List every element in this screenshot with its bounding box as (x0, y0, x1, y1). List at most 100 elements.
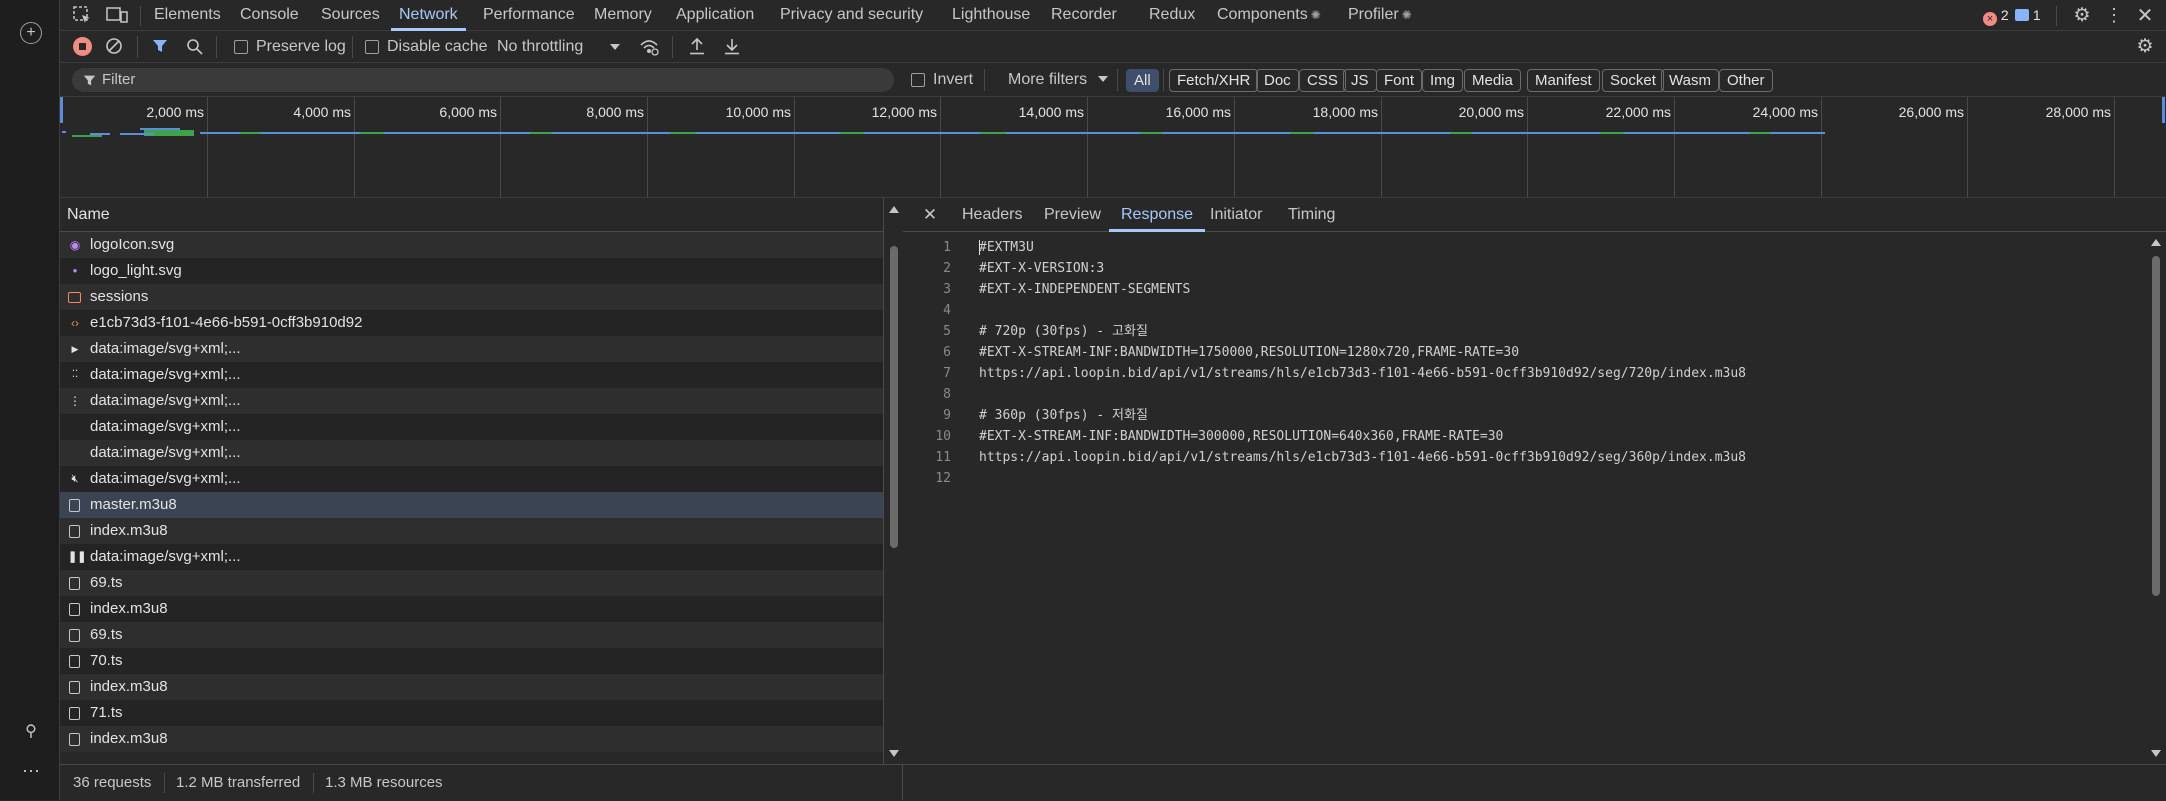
filter-type-font[interactable]: Font (1376, 69, 1423, 92)
tab-application[interactable]: Application (676, 0, 754, 31)
detail-status-bar (903, 764, 2166, 800)
play-icon: ▶ (71, 344, 79, 354)
tab-response[interactable]: Response (1108, 198, 1206, 232)
record-stop-button[interactable] (73, 37, 92, 56)
filter-type-fetch-xhr[interactable]: Fetch/XHR (1169, 69, 1259, 92)
tab-timing[interactable]: Timing (1288, 198, 1335, 232)
message-badge[interactable]: 1 (2015, 4, 2041, 26)
table-row[interactable]: master.m3u8 (60, 492, 883, 518)
search-icon[interactable] (184, 36, 204, 56)
tab-recorder[interactable]: Recorder (1051, 0, 1117, 31)
scroll-up-arrow-icon[interactable] (889, 206, 899, 213)
filter-type-socket[interactable]: Socket (1602, 69, 1664, 92)
add-icon[interactable]: + (20, 22, 42, 44)
request-list-scrollbar[interactable] (886, 198, 902, 764)
invert-label: Invert (933, 71, 974, 88)
response-scrollbar[interactable] (2148, 232, 2164, 764)
filter-type-css[interactable]: CSS (1299, 69, 1346, 92)
tab-elements[interactable]: Elements (154, 0, 221, 31)
filter-type-other[interactable]: Other (1719, 69, 1773, 92)
table-row[interactable]: ◉ logoIcon.svg (60, 232, 883, 258)
grid-line (940, 97, 941, 197)
table-row[interactable]: ▶ data:image/svg+xml;... (60, 336, 883, 362)
filter-icon (82, 73, 96, 87)
tab-performance[interactable]: Performance (483, 0, 575, 31)
error-badge[interactable]: × 2 (1983, 4, 2009, 26)
inspect-element-icon[interactable] (72, 5, 92, 25)
tab-sources[interactable]: Sources (321, 0, 380, 31)
tab-profiler[interactable]: Profiler ✺ (1348, 0, 1412, 31)
scrollbar-thumb[interactable] (890, 246, 898, 548)
preserve-log-checkbox[interactable] (234, 40, 248, 54)
filter-type-img[interactable]: Img (1422, 69, 1464, 92)
import-har-icon[interactable] (687, 36, 707, 56)
table-row[interactable]: index.m3u8 (60, 518, 883, 544)
document-icon (69, 733, 80, 746)
table-row[interactable]: data:image/svg+xml;... (60, 440, 883, 466)
clear-icon[interactable] (104, 36, 124, 56)
network-settings-icon[interactable]: ⚙ (2134, 35, 2156, 57)
pin-icon[interactable]: ⚲ (20, 720, 42, 742)
table-row[interactable]: ❚❚ data:image/svg+xml;... (60, 544, 883, 570)
invert-checkbox[interactable] (911, 73, 925, 87)
table-row[interactable]: ⁚⁚ data:image/svg+xml;... (60, 362, 883, 388)
scroll-up-arrow-icon[interactable] (2151, 239, 2161, 246)
scroll-down-arrow-icon[interactable] (2151, 750, 2161, 757)
table-row[interactable]: 69.ts (60, 622, 883, 648)
filter-icon[interactable] (150, 36, 170, 56)
table-row[interactable]: ● logo_light.svg (60, 258, 883, 284)
response-viewer[interactable]: 1 #EXTM3U 2 #EXT-X-VERSION:3 3 #EXT-X-INDEP… (903, 232, 2145, 764)
filter-type-doc[interactable]: Doc (1256, 69, 1299, 92)
table-row[interactable]: sessions (60, 284, 883, 310)
table-row[interactable]: 🔇︎ data:image/svg+xml;... (60, 466, 883, 492)
more-filters-button[interactable]: More filters (1008, 64, 1108, 96)
close-devtools-icon[interactable]: ✕ (2134, 4, 2156, 27)
filter-input[interactable]: Filter (72, 68, 894, 92)
tab-network[interactable]: Network (391, 0, 466, 31)
tab-initiator[interactable]: Initiator (1210, 198, 1262, 232)
table-row[interactable]: ⋮ data:image/svg+xml;... (60, 388, 883, 414)
table-row[interactable]: 71.ts (60, 700, 883, 726)
tab-headers[interactable]: Headers (962, 198, 1022, 232)
more-icon[interactable]: ⋯ (20, 760, 42, 782)
disable-cache-checkbox[interactable] (365, 40, 379, 54)
device-toolbar-icon[interactable] (106, 5, 128, 25)
tab-lighthouse[interactable]: Lighthouse (952, 0, 1030, 31)
column-header-name[interactable]: Name (67, 198, 110, 231)
scrollbar-thumb[interactable] (2152, 256, 2160, 596)
kebab-menu-icon[interactable]: ⋮ (2105, 4, 2123, 26)
timeline-left-handle[interactable] (60, 97, 63, 123)
table-row[interactable]: 69.ts (60, 570, 883, 596)
timeline-bar (530, 132, 552, 134)
document-icon (69, 525, 80, 538)
table-row[interactable]: index.m3u8 (60, 674, 883, 700)
filter-type-all[interactable]: All (1126, 69, 1159, 92)
tab-console[interactable]: Console (240, 0, 299, 31)
timeline-right-handle[interactable] (2162, 97, 2165, 123)
grid-line (1527, 97, 1528, 197)
tab-preview[interactable]: Preview (1044, 198, 1101, 232)
network-overview[interactable]: 2,000 ms 4,000 ms 6,000 ms 8,000 ms 10,0… (60, 97, 2166, 198)
export-har-icon[interactable] (722, 36, 742, 56)
timeline-tick: 28,000 ms (2045, 104, 2111, 120)
network-conditions-icon[interactable] (638, 36, 660, 58)
table-row[interactable]: index.m3u8 (60, 726, 883, 752)
filter-type-media[interactable]: Media (1464, 69, 1521, 92)
close-icon[interactable]: ✕ (921, 205, 939, 224)
tab-memory[interactable]: Memory (594, 0, 652, 31)
tab-redux[interactable]: Redux (1149, 0, 1195, 31)
throttling-select[interactable]: No throttling (497, 31, 627, 63)
scroll-down-arrow-icon[interactable] (889, 750, 899, 757)
filter-type-wasm[interactable]: Wasm (1661, 69, 1719, 92)
dropdown-arrow-icon (610, 43, 620, 51)
table-row[interactable]: 70.ts (60, 648, 883, 674)
tab-privacy-security[interactable]: Privacy and security (780, 0, 923, 31)
filter-type-js[interactable]: JS (1343, 69, 1377, 92)
table-row[interactable]: index.m3u8 (60, 596, 883, 622)
table-row[interactable]: data:image/svg+xml;... (60, 414, 883, 440)
grid-line (1821, 97, 1822, 197)
tab-components[interactable]: Components ✺ (1217, 0, 1321, 31)
filter-type-manifest[interactable]: Manifest (1527, 69, 1600, 92)
settings-icon[interactable]: ⚙ (2071, 4, 2093, 26)
table-row[interactable]: ‹› e1cb73d3-f101-4e66-b591-0cff3b910d92 (60, 310, 883, 336)
